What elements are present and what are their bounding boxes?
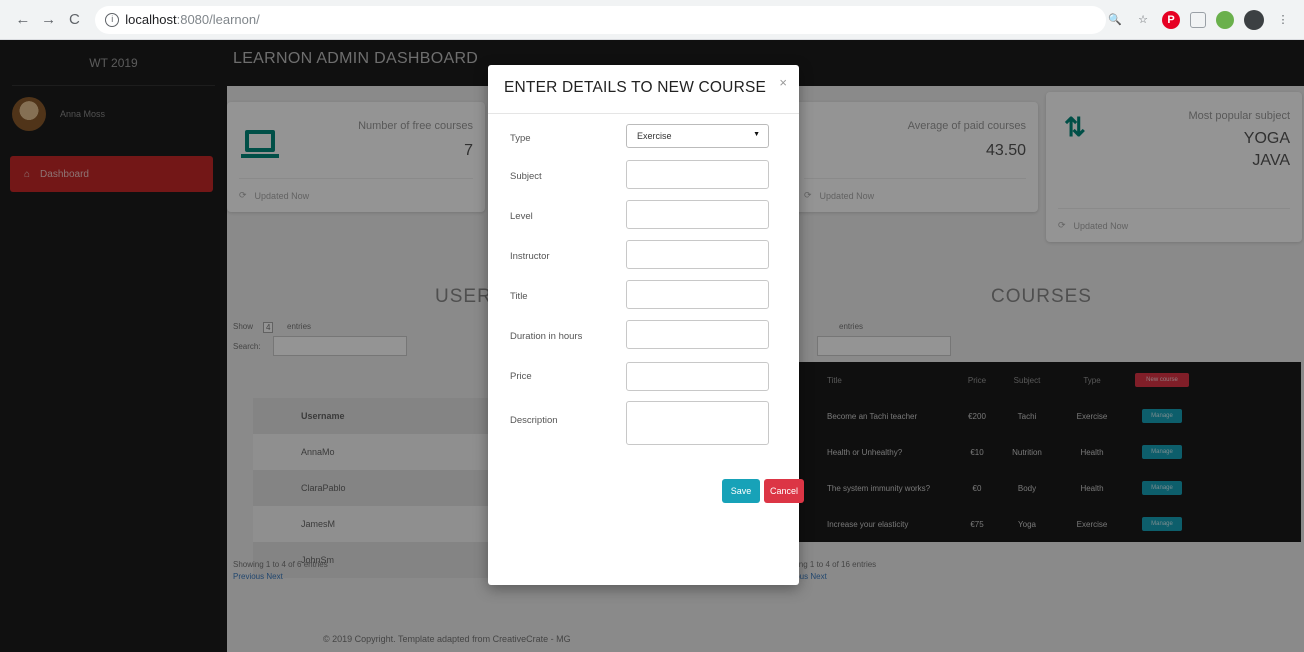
- reload-icon[interactable]: C: [62, 7, 88, 33]
- chevron-down-icon: ▼: [753, 131, 760, 138]
- modal-divider: [488, 113, 799, 114]
- url-path: :8080/learnon/: [176, 12, 260, 27]
- new-course-modal: ENTER DETAILS TO NEW COURSE × Type Exerc…: [488, 65, 804, 585]
- menu-icon[interactable]: ⋮: [1274, 11, 1292, 29]
- duration-input[interactable]: [626, 320, 769, 349]
- star-icon[interactable]: ☆: [1134, 11, 1152, 29]
- profile-avatar-icon[interactable]: [1244, 9, 1265, 30]
- extension-green-icon[interactable]: [1216, 10, 1235, 29]
- level-input[interactable]: [626, 200, 769, 229]
- extension-icon[interactable]: [1190, 11, 1207, 28]
- save-button[interactable]: Save: [722, 479, 760, 503]
- price-label: Price: [510, 371, 532, 382]
- forward-icon[interactable]: →: [36, 7, 62, 33]
- url-host: localhost: [125, 12, 177, 27]
- pinterest-icon[interactable]: P: [1162, 10, 1181, 29]
- title-input[interactable]: [626, 280, 769, 309]
- price-input[interactable]: [626, 362, 769, 391]
- zoom-icon[interactable]: 🔍: [1106, 11, 1124, 29]
- subject-input[interactable]: [626, 160, 769, 189]
- browser-toolbar: ← → C i localhost :8080/learnon/ 🔍 ☆ P ⋮: [0, 0, 1304, 40]
- title-label: Title: [510, 291, 528, 302]
- cancel-button[interactable]: Cancel: [764, 479, 804, 503]
- description-textarea[interactable]: [626, 401, 769, 445]
- extension-bar: 🔍 ☆ P ⋮: [1106, 9, 1292, 30]
- back-icon[interactable]: ←: [10, 7, 36, 33]
- level-label: Level: [510, 211, 533, 222]
- info-icon[interactable]: i: [105, 12, 120, 27]
- close-icon[interactable]: ×: [779, 75, 787, 90]
- modal-title: ENTER DETAILS TO NEW COURSE: [504, 79, 767, 96]
- type-select[interactable]: Exercise ▼: [626, 124, 769, 148]
- description-label: Description: [510, 415, 558, 426]
- address-bar[interactable]: i localhost :8080/learnon/: [95, 5, 1107, 34]
- subject-label: Subject: [510, 171, 542, 182]
- instructor-input[interactable]: [626, 240, 769, 269]
- type-label: Type: [510, 133, 531, 144]
- duration-label: Duration in hours: [510, 331, 583, 342]
- instructor-label: Instructor: [510, 251, 550, 262]
- type-select-value: Exercise: [637, 131, 672, 141]
